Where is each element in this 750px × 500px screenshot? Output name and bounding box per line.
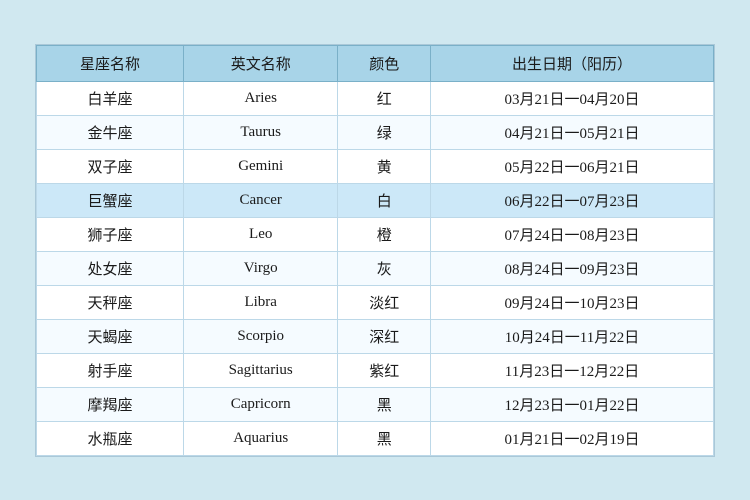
table-row: 射手座Sagittarius紫红11月23日一12月22日: [37, 353, 714, 387]
cell-zh: 金牛座: [37, 115, 184, 149]
header-date: 出生日期（阳历）: [430, 45, 713, 81]
cell-color: 红: [338, 81, 431, 115]
cell-en: Leo: [183, 217, 337, 251]
cell-date: 08月24日一09月23日: [430, 251, 713, 285]
header-color: 颜色: [338, 45, 431, 81]
cell-zh: 射手座: [37, 353, 184, 387]
cell-en: Cancer: [183, 183, 337, 217]
cell-color: 淡红: [338, 285, 431, 319]
header-en: 英文名称: [183, 45, 337, 81]
header-zh: 星座名称: [37, 45, 184, 81]
cell-en: Libra: [183, 285, 337, 319]
cell-zh: 天蝎座: [37, 319, 184, 353]
cell-en: Sagittarius: [183, 353, 337, 387]
table-row: 双子座Gemini黄05月22日一06月21日: [37, 149, 714, 183]
cell-zh: 天秤座: [37, 285, 184, 319]
cell-color: 绿: [338, 115, 431, 149]
table-row: 天秤座Libra淡红09月24日一10月23日: [37, 285, 714, 319]
cell-en: Scorpio: [183, 319, 337, 353]
cell-en: Aries: [183, 81, 337, 115]
cell-color: 黑: [338, 387, 431, 421]
cell-date: 05月22日一06月21日: [430, 149, 713, 183]
cell-date: 01月21日一02月19日: [430, 421, 713, 455]
table-body: 白羊座Aries红03月21日一04月20日金牛座Taurus绿04月21日一0…: [37, 81, 714, 455]
cell-date: 11月23日一12月22日: [430, 353, 713, 387]
cell-date: 06月22日一07月23日: [430, 183, 713, 217]
table-row: 摩羯座Capricorn黑12月23日一01月22日: [37, 387, 714, 421]
cell-en: Taurus: [183, 115, 337, 149]
cell-color: 深红: [338, 319, 431, 353]
cell-color: 灰: [338, 251, 431, 285]
table-row: 水瓶座Aquarius黑01月21日一02月19日: [37, 421, 714, 455]
cell-zh: 双子座: [37, 149, 184, 183]
cell-en: Capricorn: [183, 387, 337, 421]
cell-date: 07月24日一08月23日: [430, 217, 713, 251]
cell-date: 04月21日一05月21日: [430, 115, 713, 149]
cell-zh: 摩羯座: [37, 387, 184, 421]
cell-date: 12月23日一01月22日: [430, 387, 713, 421]
zodiac-table-container: 星座名称 英文名称 颜色 出生日期（阳历） 白羊座Aries红03月21日一04…: [35, 44, 715, 457]
cell-date: 10月24日一11月22日: [430, 319, 713, 353]
cell-color: 黑: [338, 421, 431, 455]
table-row: 狮子座Leo橙07月24日一08月23日: [37, 217, 714, 251]
cell-zh: 处女座: [37, 251, 184, 285]
cell-color: 橙: [338, 217, 431, 251]
table-row: 处女座Virgo灰08月24日一09月23日: [37, 251, 714, 285]
cell-color: 黄: [338, 149, 431, 183]
cell-zh: 狮子座: [37, 217, 184, 251]
cell-zh: 水瓶座: [37, 421, 184, 455]
cell-en: Gemini: [183, 149, 337, 183]
cell-zh: 白羊座: [37, 81, 184, 115]
cell-color: 紫红: [338, 353, 431, 387]
table-header-row: 星座名称 英文名称 颜色 出生日期（阳历）: [37, 45, 714, 81]
table-row: 金牛座Taurus绿04月21日一05月21日: [37, 115, 714, 149]
cell-date: 09月24日一10月23日: [430, 285, 713, 319]
cell-color: 白: [338, 183, 431, 217]
cell-en: Aquarius: [183, 421, 337, 455]
cell-date: 03月21日一04月20日: [430, 81, 713, 115]
table-row: 白羊座Aries红03月21日一04月20日: [37, 81, 714, 115]
table-row: 巨蟹座Cancer白06月22日一07月23日: [37, 183, 714, 217]
zodiac-table: 星座名称 英文名称 颜色 出生日期（阳历） 白羊座Aries红03月21日一04…: [36, 45, 714, 456]
table-row: 天蝎座Scorpio深红10月24日一11月22日: [37, 319, 714, 353]
cell-en: Virgo: [183, 251, 337, 285]
cell-zh: 巨蟹座: [37, 183, 184, 217]
